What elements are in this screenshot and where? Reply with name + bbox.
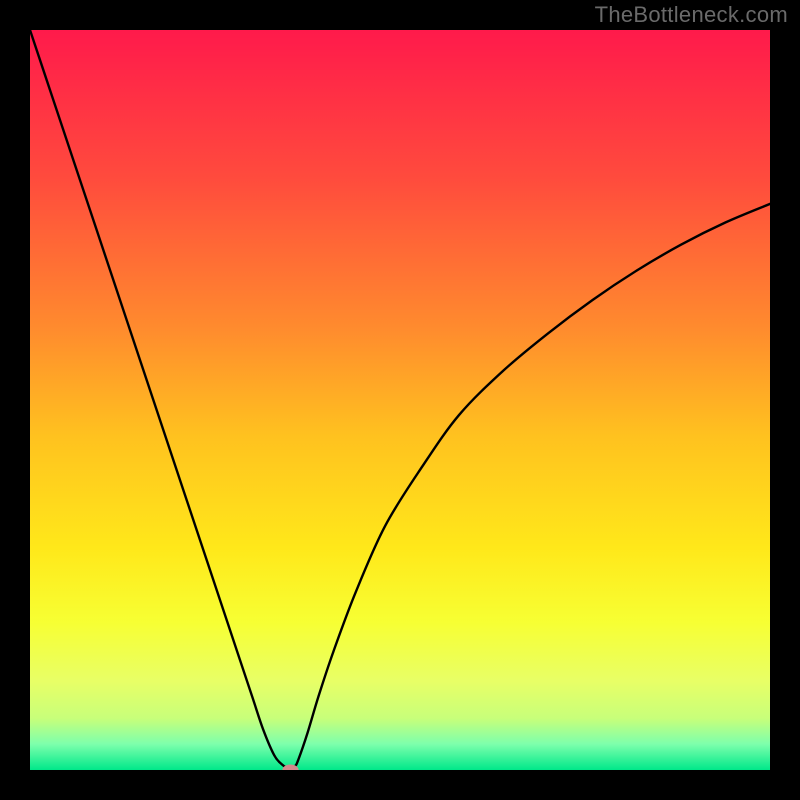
chart-frame: TheBottleneck.com xyxy=(0,0,800,800)
bottleneck-chart xyxy=(30,30,770,770)
plot-area xyxy=(30,30,770,770)
gradient-background xyxy=(30,30,770,770)
watermark-label: TheBottleneck.com xyxy=(595,2,788,28)
